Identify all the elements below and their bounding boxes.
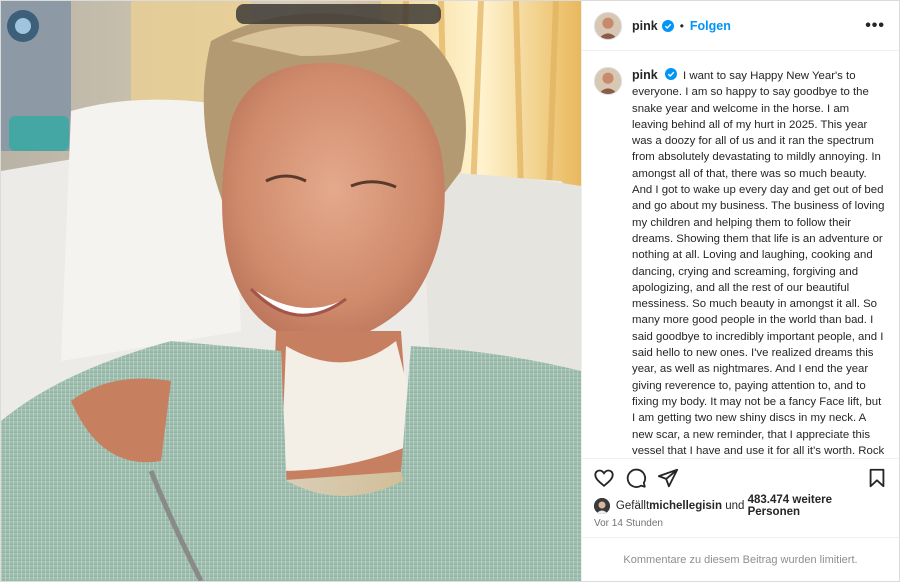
liker-avatar[interactable] xyxy=(594,498,610,514)
username-link[interactable]: pink xyxy=(632,19,658,33)
caption-username[interactable]: pink xyxy=(632,68,658,82)
selfie-hospital-photo xyxy=(1,1,581,581)
caption-area: pink I want to say Happy New Year's to e… xyxy=(582,51,899,458)
heart-icon xyxy=(594,469,614,487)
comment-button[interactable] xyxy=(624,466,648,490)
post-header: pink • Folgen ••• xyxy=(582,1,899,51)
like-button[interactable] xyxy=(592,466,616,490)
comment-icon xyxy=(626,468,647,488)
likes-prefix: Gefällt xyxy=(615,500,650,512)
post-details-panel: pink • Folgen ••• pink I want to say Hap… xyxy=(581,1,899,581)
profile-avatar[interactable] xyxy=(594,11,622,40)
post-photo[interactable] xyxy=(1,1,581,581)
actions-section: Gefällt michellegisin und 483.474 weiter… xyxy=(582,458,899,537)
caption-avatar[interactable] xyxy=(594,67,622,95)
verified-badge-icon xyxy=(664,68,677,80)
verified-badge-icon xyxy=(661,19,674,32)
comments-limited-notice: Kommentare zu diesem Beitrag wurden limi… xyxy=(582,537,899,581)
liker-username-link[interactable]: michellegisin xyxy=(649,500,722,512)
likes-middle: und xyxy=(722,500,748,512)
caption-text: I want to say Happy New Year's to everyo… xyxy=(632,70,885,457)
likes-count-link[interactable]: 483.474 weitere Personen xyxy=(748,494,887,518)
action-bar xyxy=(582,459,899,497)
likes-summary: Gefällt michellegisin und 483.474 weiter… xyxy=(582,494,899,518)
more-options-button[interactable]: ••• xyxy=(865,17,885,34)
post-timestamp[interactable]: Vor 14 Stunden xyxy=(582,515,899,537)
instagram-post: pink • Folgen ••• pink I want to say Hap… xyxy=(0,0,900,582)
bookmark-icon xyxy=(869,468,885,488)
share-button[interactable] xyxy=(656,466,680,490)
save-button[interactable] xyxy=(865,466,889,490)
share-icon xyxy=(657,468,679,488)
follow-button[interactable]: Folgen xyxy=(690,19,731,33)
caption-text-block: pink I want to say Happy New Year's to e… xyxy=(632,67,887,458)
separator-dot: • xyxy=(679,18,684,33)
